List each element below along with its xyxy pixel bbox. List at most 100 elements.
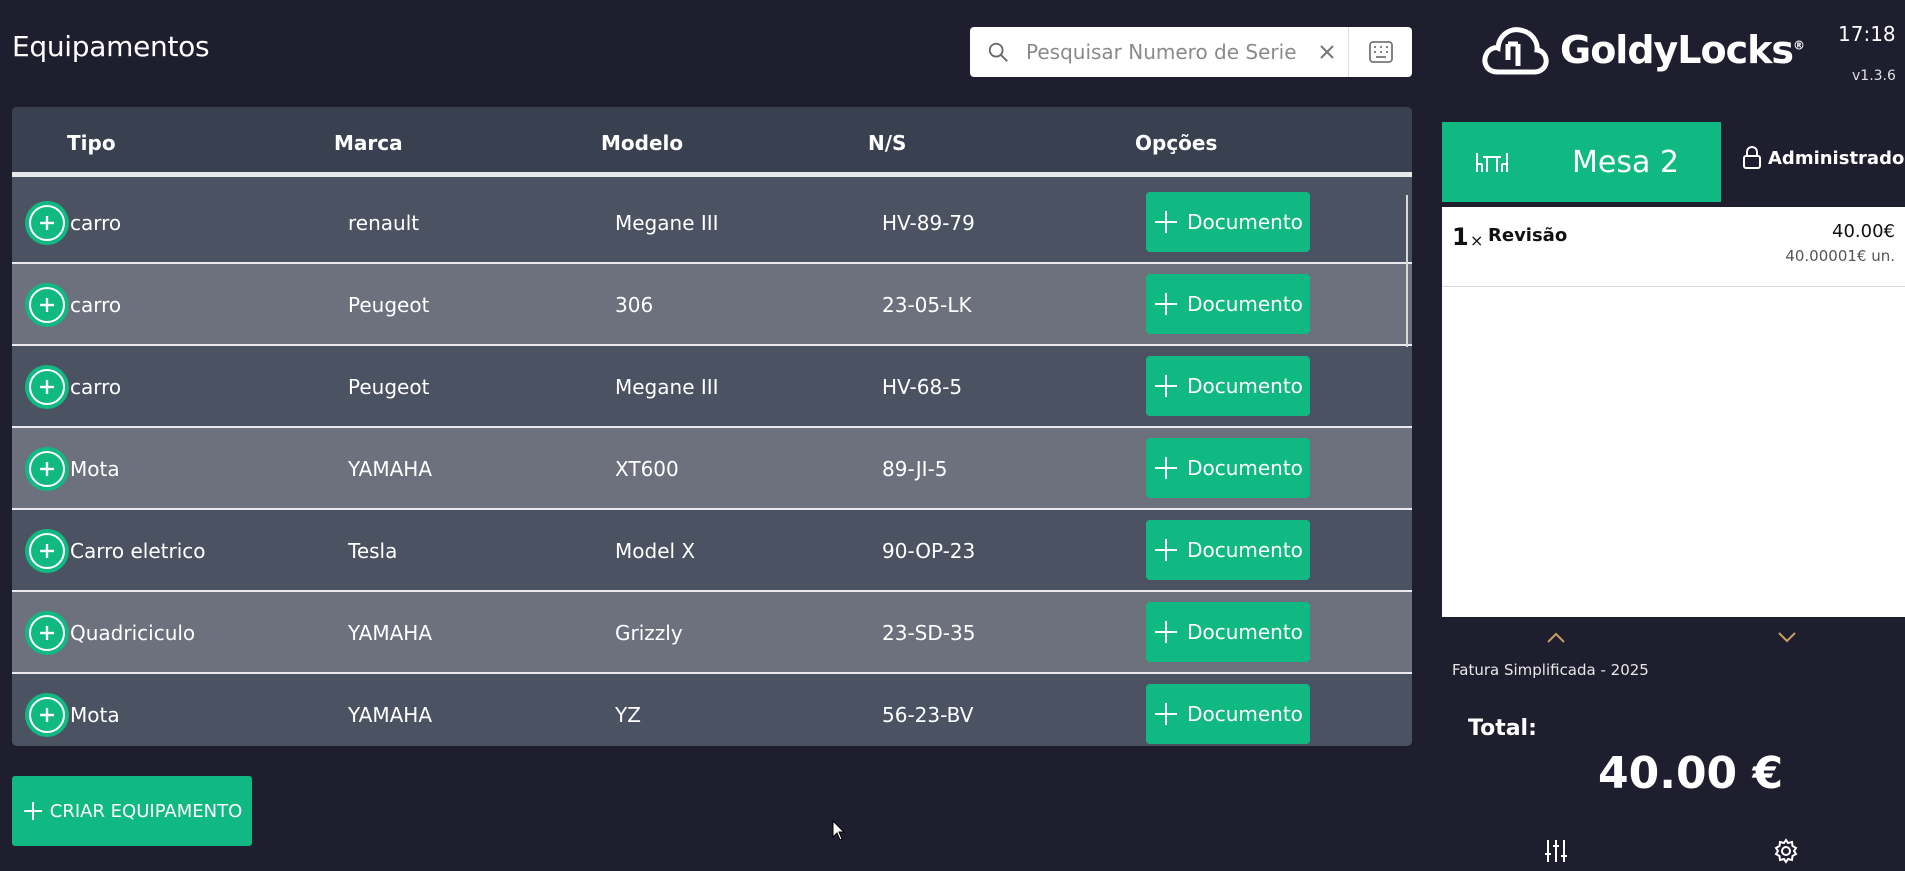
plus-icon	[1155, 621, 1178, 643]
order-panel: 1 × Revisão 40.00€ 40.00001€ un.	[1442, 207, 1905, 617]
cell-modelo: Grizzly	[615, 621, 683, 645]
add-circle-icon[interactable]	[25, 365, 69, 409]
plus-icon	[1155, 703, 1178, 725]
header-tipo: Tipo	[67, 131, 116, 155]
search-icon	[970, 41, 1026, 63]
order-line-unit-price: 40.00001€ un.	[1785, 247, 1895, 265]
cell-tipo: Mota	[70, 457, 120, 481]
cell-marca: YAMAHA	[348, 457, 433, 481]
cell-modelo: XT600	[615, 457, 679, 481]
cell-ns: HV-68-5	[882, 375, 963, 399]
add-document-label: Documento	[1187, 538, 1303, 562]
plus-icon	[1155, 457, 1178, 479]
add-circle-icon[interactable]	[25, 693, 69, 737]
add-circle-icon[interactable]	[25, 529, 69, 573]
table-row[interactable]: Mota YAMAHA YZ 56-23-BV Documento	[12, 674, 1412, 746]
clock: 17:18	[1838, 22, 1896, 46]
version-label: v1.3.6	[1852, 68, 1896, 84]
add-document-button[interactable]: Documento	[1146, 356, 1310, 416]
sliders-icon[interactable]	[1543, 838, 1569, 864]
table-header: Tipo Marca Modelo N/S Opções	[12, 107, 1412, 177]
add-document-button[interactable]: Documento	[1146, 192, 1310, 252]
cloud-logo-icon	[1482, 27, 1549, 75]
plus-icon	[1155, 211, 1178, 233]
dining-table-icon	[1442, 150, 1542, 174]
add-document-label: Documento	[1187, 620, 1303, 644]
plus-icon	[1155, 293, 1178, 315]
cell-modelo: Model X	[615, 539, 696, 563]
cell-tipo: Carro eletrico	[70, 539, 206, 563]
cell-marca: YAMAHA	[348, 703, 433, 727]
search-input[interactable]	[1026, 27, 1306, 77]
cell-marca: YAMAHA	[348, 621, 433, 645]
mesa-selector-button[interactable]: Mesa 2	[1442, 122, 1721, 202]
total-value: 40.00 €	[1598, 748, 1784, 799]
plus-icon	[1155, 539, 1178, 561]
cell-tipo: Quadriciculo	[70, 621, 196, 645]
gear-icon[interactable]	[1773, 838, 1799, 864]
add-circle-icon[interactable]	[25, 447, 69, 491]
brand-logo: GoldyLocks®	[1480, 20, 1805, 80]
cell-tipo: carro	[70, 293, 122, 317]
chevron-up-icon[interactable]	[1545, 630, 1567, 644]
cell-ns: 23-05-LK	[882, 293, 972, 317]
plus-icon	[23, 802, 42, 820]
search-bar	[970, 27, 1412, 77]
add-circle-icon[interactable]	[25, 201, 69, 245]
cell-modelo: 306	[615, 293, 654, 317]
table-row[interactable]: carro Peugeot 306 23-05-LK Documento	[12, 264, 1412, 346]
keyboard-icon[interactable]	[1348, 27, 1412, 77]
cell-marca: Peugeot	[348, 375, 430, 399]
add-document-button[interactable]: Documento	[1146, 520, 1310, 580]
cell-marca: Peugeot	[348, 293, 430, 317]
add-document-button[interactable]: Documento	[1146, 684, 1310, 744]
cell-ns: HV-89-79	[882, 211, 975, 235]
header-modelo: Modelo	[601, 131, 684, 155]
cell-ns: 90-OP-23	[882, 539, 976, 563]
close-icon[interactable]	[1306, 27, 1348, 77]
user-label: Administrador	[1768, 147, 1905, 169]
cell-marca: renault	[348, 211, 420, 235]
header-opcoes: Opções	[1135, 131, 1218, 155]
create-equipment-button[interactable]: CRIAR EQUIPAMENTO	[12, 776, 252, 846]
add-circle-icon[interactable]	[25, 283, 69, 327]
brand-name: GoldyLocks®	[1560, 28, 1805, 72]
cell-modelo: Megane III	[615, 211, 719, 235]
add-document-label: Documento	[1187, 456, 1303, 480]
cell-ns: 56-23-BV	[882, 703, 974, 727]
page-title: Equipamentos	[12, 30, 210, 63]
document-type-label[interactable]: Fatura Simplificada - 2025	[1452, 661, 1649, 679]
table-row[interactable]: Carro eletrico Tesla Model X 90-OP-23 Docume…	[12, 510, 1412, 592]
add-document-label: Documento	[1187, 210, 1303, 234]
mouse-cursor-icon	[832, 820, 846, 841]
table-row[interactable]: carro Peugeot Megane III HV-68-5 Documento	[12, 346, 1412, 428]
order-line-qty: 1	[1452, 223, 1469, 251]
header-marca: Marca	[334, 131, 403, 155]
equipment-table: Tipo Marca Modelo N/S Opções carro renaul…	[12, 107, 1412, 746]
add-document-button[interactable]: Documento	[1146, 438, 1310, 498]
cell-ns: 23-SD-35	[882, 621, 976, 645]
cell-marca: Tesla	[348, 539, 398, 563]
table-row[interactable]: carro renault Megane III HV-89-79 Documento	[12, 182, 1412, 264]
plus-icon	[1155, 375, 1178, 397]
scrollbar[interactable]	[1406, 195, 1408, 347]
add-document-button[interactable]: Documento	[1146, 602, 1310, 662]
add-document-button[interactable]: Documento	[1146, 274, 1310, 334]
add-document-label: Documento	[1187, 702, 1303, 726]
header-ns: N/S	[868, 131, 907, 155]
mesa-label: Mesa 2	[1572, 144, 1679, 180]
user-button[interactable]: Administrador	[1742, 146, 1905, 170]
lock-icon	[1743, 146, 1761, 169]
chevron-down-icon[interactable]	[1776, 630, 1798, 644]
add-document-label: Documento	[1187, 374, 1303, 398]
order-line-multiply: ×	[1470, 231, 1484, 250]
table-row[interactable]: Quadriciculo YAMAHA Grizzly 23-SD-35 Documen…	[12, 592, 1412, 674]
table-row[interactable]: Mota YAMAHA XT600 89-JI-5 Documento	[12, 428, 1412, 510]
cell-modelo: Megane III	[615, 375, 719, 399]
cell-tipo: carro	[70, 375, 122, 399]
cell-modelo: YZ	[615, 703, 641, 727]
cell-ns: 89-JI-5	[882, 457, 948, 481]
order-line[interactable]: 1 × Revisão 40.00€ 40.00001€ un.	[1442, 207, 1905, 287]
add-document-label: Documento	[1187, 292, 1303, 316]
add-circle-icon[interactable]	[25, 611, 69, 655]
